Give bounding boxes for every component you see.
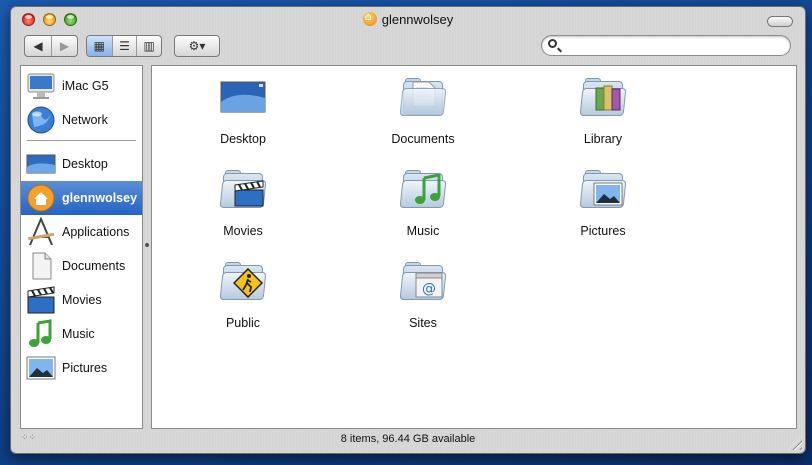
sidebar-item-pictures[interactable]: Pictures	[21, 351, 142, 385]
desktop-folder-icon	[220, 81, 266, 113]
sidebar-splitter[interactable]	[144, 65, 150, 429]
item-label: Music	[406, 224, 440, 238]
forward-arrow-icon: ▶	[59, 39, 70, 53]
column-view-button[interactable]: ▥	[136, 36, 161, 56]
item-label: Pictures	[580, 224, 626, 238]
music-folder-icon	[399, 170, 447, 208]
folder-item[interactable]: Documents	[368, 72, 478, 152]
back-button[interactable]: ◀	[25, 36, 51, 56]
home-icon	[27, 184, 55, 212]
forward-button[interactable]: ▶	[50, 36, 77, 56]
pictures-icon	[26, 356, 56, 380]
sidebar-item-movies[interactable]: Movies	[21, 283, 142, 317]
sidebar-divider	[27, 140, 136, 144]
sidebar-item-home[interactable]: glennwolsey	[21, 181, 142, 215]
documents-folder-icon	[399, 78, 447, 116]
library-folder-icon	[579, 78, 627, 116]
action-menu-button[interactable]: ⚙▾	[174, 35, 220, 57]
sites-folder-icon: @	[399, 262, 447, 300]
icon-view-icon: ▦	[93, 39, 105, 53]
column-view-icon: ▥	[143, 39, 155, 53]
title-bar[interactable]: glennwolsey	[11, 7, 805, 31]
folder-item[interactable]: Library	[548, 72, 658, 152]
file-browser: Desktop Documents Library Movies Music P…	[151, 65, 797, 429]
sidebar-item-applications[interactable]: Applications	[21, 215, 142, 249]
list-view-icon: ☰	[119, 39, 130, 53]
sidebar-item-label: Desktop	[62, 157, 108, 171]
sidebar-item-label: iMac G5	[62, 79, 109, 93]
item-label: Sites	[409, 316, 437, 330]
sidebar-item-label: Documents	[62, 259, 126, 273]
folder-item[interactable]: Pictures	[548, 164, 658, 244]
sidebar-item-label: Movies	[62, 293, 102, 307]
status-text: 8 items, 96.44 GB available	[340, 433, 476, 445]
status-bar: ⁘⁘ 8 items, 96.44 GB available	[11, 431, 805, 453]
sidebar-item-label: Network	[62, 113, 108, 127]
sidebar-item-label: Music	[62, 327, 95, 341]
pictures-folder-icon	[579, 170, 627, 208]
window-title-text: glennwolsey	[381, 12, 454, 27]
movies-icon	[27, 286, 55, 314]
folder-item[interactable]: Desktop	[188, 72, 298, 152]
finder-window: glennwolsey ◀ ▶ ▦ ☰ ▥ ⚙▾	[10, 6, 806, 454]
view-mode-buttons: ▦ ☰ ▥	[86, 35, 162, 57]
folder-item[interactable]: Music	[368, 164, 478, 244]
list-view-button[interactable]: ☰	[111, 36, 137, 56]
toolbar: ◀ ▶ ▦ ☰ ▥ ⚙▾	[11, 31, 805, 63]
icon-view-button[interactable]: ▦	[87, 36, 112, 56]
search-icon	[548, 39, 557, 48]
search-field[interactable]	[541, 35, 791, 57]
item-label: Desktop	[220, 132, 266, 146]
public-folder-icon	[219, 262, 267, 300]
item-label: Movies	[223, 224, 263, 238]
music-note-icon	[29, 319, 52, 347]
sidebar-item-desktop[interactable]: Desktop	[21, 147, 142, 181]
folder-item[interactable]: Public	[188, 256, 298, 336]
desktop-icon	[26, 154, 56, 174]
folder-item[interactable]: Movies	[188, 164, 298, 244]
documents-icon	[32, 252, 52, 280]
item-label: Documents	[391, 132, 455, 146]
sidebar-item-network[interactable]: Network	[21, 103, 142, 137]
network-globe-icon	[27, 106, 55, 134]
home-icon	[362, 10, 377, 26]
item-label: Public	[225, 316, 261, 330]
item-label: Library	[583, 132, 623, 146]
search-input[interactable]	[564, 36, 782, 57]
imac-icon	[27, 73, 55, 99]
navigation-buttons: ◀ ▶	[24, 35, 78, 57]
sidebar-item-label: Pictures	[62, 361, 108, 375]
splitter-grip-icon	[145, 243, 149, 247]
svg-text:@: @	[422, 281, 436, 297]
window-title: glennwolsey	[11, 10, 805, 27]
folder-item[interactable]: @ Sites	[368, 256, 478, 336]
movies-folder-icon	[219, 170, 267, 208]
gear-icon: ⚙▾	[188, 39, 206, 53]
sidebar-item-documents[interactable]: Documents	[21, 249, 142, 283]
toolbar-toggle-button[interactable]	[767, 16, 793, 27]
sidebar-item-label: glennwolsey	[62, 191, 138, 205]
back-arrow-icon: ◀	[33, 39, 43, 53]
sidebar-item-label: Applications	[62, 225, 130, 239]
applications-icon	[28, 217, 55, 246]
sidebar-item-imac[interactable]: iMac G5	[21, 69, 142, 103]
sidebar: iMac G5 Network Desktop glennwolsey Appl…	[20, 65, 143, 429]
sidebar-item-music[interactable]: Music	[21, 317, 142, 351]
